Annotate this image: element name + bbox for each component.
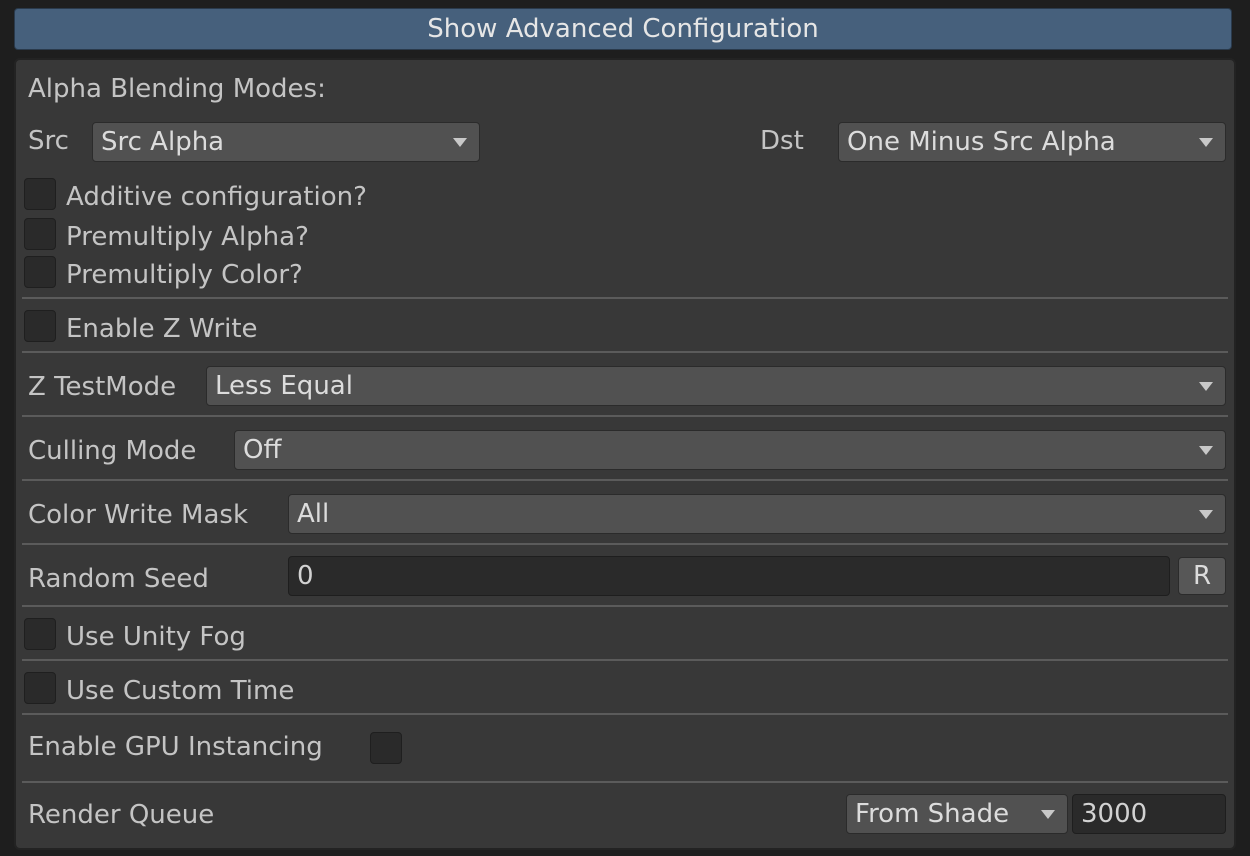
divider bbox=[22, 479, 1228, 481]
advanced-configuration-panel: Alpha Blending Modes: Src Src Alpha Dst … bbox=[14, 58, 1236, 850]
render-queue-mode-value: From Shade bbox=[855, 799, 1010, 829]
chevron-down-icon bbox=[1199, 382, 1213, 391]
divider bbox=[22, 605, 1228, 607]
premultiply-color-checkbox[interactable] bbox=[24, 256, 56, 288]
chevron-down-icon bbox=[453, 138, 467, 147]
random-seed-reset-button[interactable]: R bbox=[1178, 557, 1226, 595]
culling-mode-label: Culling Mode bbox=[28, 436, 197, 466]
enable-gpu-instancing-label: Enable GPU Instancing bbox=[28, 732, 323, 762]
divider bbox=[22, 543, 1228, 545]
color-write-mask-value: All bbox=[297, 499, 330, 529]
alpha-blending-title: Alpha Blending Modes: bbox=[28, 74, 326, 104]
premultiply-alpha-label: Premultiply Alpha? bbox=[66, 222, 309, 252]
use-unity-fog-label: Use Unity Fog bbox=[66, 622, 246, 652]
render-queue-value: 3000 bbox=[1081, 799, 1148, 829]
color-write-mask-dropdown[interactable]: All bbox=[288, 494, 1226, 534]
src-label: Src bbox=[28, 126, 69, 156]
divider bbox=[22, 713, 1228, 715]
culling-mode-dropdown[interactable]: Off bbox=[234, 430, 1226, 470]
enable-z-write-checkbox[interactable] bbox=[24, 310, 56, 342]
use-custom-time-checkbox[interactable] bbox=[24, 672, 56, 704]
premultiply-alpha-checkbox[interactable] bbox=[24, 218, 56, 250]
divider bbox=[22, 781, 1228, 783]
culling-mode-value: Off bbox=[243, 435, 282, 465]
dst-blend-value: One Minus Src Alpha bbox=[847, 127, 1116, 157]
z-testmode-label: Z TestMode bbox=[28, 372, 177, 402]
random-seed-input[interactable]: 0 bbox=[288, 556, 1170, 596]
render-queue-input[interactable]: 3000 bbox=[1072, 794, 1226, 834]
enable-gpu-instancing-checkbox[interactable] bbox=[370, 732, 402, 764]
src-blend-value: Src Alpha bbox=[101, 127, 225, 157]
z-testmode-dropdown[interactable]: Less Equal bbox=[206, 366, 1226, 406]
z-testmode-value: Less Equal bbox=[215, 371, 353, 401]
color-write-mask-label: Color Write Mask bbox=[28, 500, 249, 530]
dst-blend-dropdown[interactable]: One Minus Src Alpha bbox=[838, 122, 1226, 162]
chevron-down-icon bbox=[1199, 446, 1213, 455]
chevron-down-icon bbox=[1199, 510, 1213, 519]
render-queue-label: Render Queue bbox=[28, 800, 215, 830]
chevron-down-icon bbox=[1199, 138, 1213, 147]
divider bbox=[22, 351, 1228, 353]
additive-configuration-label: Additive configuration? bbox=[66, 182, 367, 212]
src-blend-dropdown[interactable]: Src Alpha bbox=[92, 122, 480, 162]
premultiply-color-label: Premultiply Color? bbox=[66, 260, 303, 290]
random-seed-value: 0 bbox=[297, 561, 314, 591]
show-advanced-configuration-button[interactable]: Show Advanced Configuration bbox=[14, 8, 1232, 50]
dst-label: Dst bbox=[760, 126, 804, 156]
enable-z-write-label: Enable Z Write bbox=[66, 314, 258, 344]
use-custom-time-label: Use Custom Time bbox=[66, 676, 295, 706]
render-queue-mode-dropdown[interactable]: From Shade bbox=[846, 794, 1068, 834]
divider bbox=[22, 659, 1228, 661]
divider bbox=[22, 297, 1228, 299]
random-seed-label: Random Seed bbox=[28, 564, 209, 594]
chevron-down-icon bbox=[1041, 810, 1055, 819]
divider bbox=[22, 415, 1228, 417]
additive-configuration-checkbox[interactable] bbox=[24, 178, 56, 210]
use-unity-fog-checkbox[interactable] bbox=[24, 618, 56, 650]
